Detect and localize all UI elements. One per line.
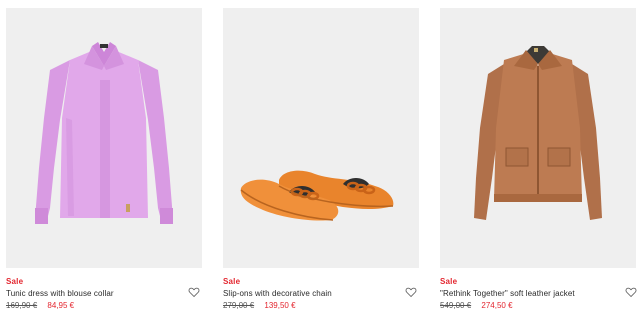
original-price: 279,00 €	[223, 301, 255, 310]
original-price: 549,00 €	[440, 301, 472, 310]
sale-badge: Sale	[440, 277, 458, 286]
camel-leather-jacket-image	[474, 46, 602, 220]
product-card[interactable]: Sale Slip-ons with decorative chain 279,…	[223, 8, 419, 318]
sale-price: 84,95 €	[47, 301, 75, 310]
heart-outline-icon[interactable]	[188, 286, 200, 298]
product-image[interactable]	[223, 8, 419, 268]
product-name[interactable]: "Rethink Together" soft leather jacket	[440, 289, 575, 298]
product-image[interactable]	[440, 8, 636, 268]
product-name[interactable]: Tunic dress with blouse collar	[6, 289, 114, 298]
product-image[interactable]	[6, 8, 202, 268]
sale-badge: Sale	[6, 277, 24, 286]
product-card[interactable]: Sale Tunic dress with blouse collar 169,…	[6, 8, 202, 318]
product-grid: Sale Tunic dress with blouse collar 169,…	[0, 0, 640, 323]
price-group: 169,90 € 84,95 €	[6, 301, 74, 310]
heart-outline-icon[interactable]	[625, 286, 637, 298]
orange-suede-loafers-image	[240, 170, 394, 221]
lilac-blouse-image	[35, 42, 173, 224]
price-group: 279,00 € 139,50 €	[223, 301, 296, 310]
sale-price: 139,50 €	[264, 301, 296, 310]
sale-price: 274,50 €	[481, 301, 513, 310]
heart-outline-icon[interactable]	[405, 286, 417, 298]
original-price: 169,90 €	[6, 301, 38, 310]
sale-badge: Sale	[223, 277, 241, 286]
product-card[interactable]: Sale "Rethink Together" soft leather jac…	[440, 8, 637, 318]
product-name[interactable]: Slip-ons with decorative chain	[223, 289, 332, 298]
price-group: 549,00 € 274,50 €	[440, 301, 513, 310]
